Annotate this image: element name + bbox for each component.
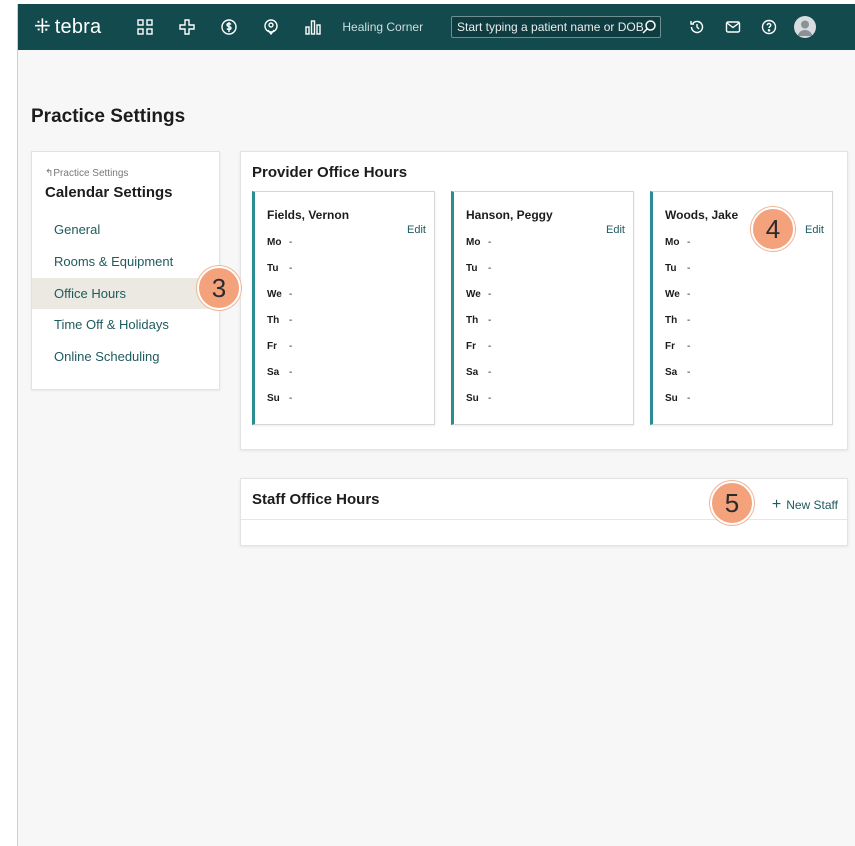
location-icon[interactable] [260, 16, 282, 38]
day-row: Sa - [665, 367, 691, 378]
callout-marker-3: 3 [197, 266, 241, 310]
day-row: Tu - [267, 263, 293, 274]
day-row: Sa - [267, 367, 293, 378]
staff-office-hours-panel: Staff Office Hours + New Staff [240, 478, 848, 546]
provider-name: Fields, Vernon [267, 208, 350, 222]
search-icon[interactable] [641, 19, 657, 35]
provider-card: Woods, Jake Edit Mo - Tu - We - Th - Fr - Sa -… [650, 191, 833, 425]
day-row: We - [267, 289, 293, 300]
day-row: We - [466, 289, 492, 300]
day-row: Th - [267, 315, 293, 326]
settings-sidebar: ↰Practice Settings Calendar Settings Gen… [31, 151, 221, 390]
day-row: Th - [665, 315, 691, 326]
mail-icon[interactable] [722, 16, 744, 38]
medical-cross-icon[interactable] [176, 16, 198, 38]
reports-chart-icon[interactable] [302, 16, 324, 38]
day-row: Su - [267, 393, 293, 404]
history-icon[interactable] [686, 16, 708, 38]
day-row: Su - [665, 393, 691, 404]
provider-name: Woods, Jake [665, 208, 739, 222]
help-icon[interactable] [758, 16, 780, 38]
day-row: Mo - [267, 237, 293, 248]
edit-provider-hours-link[interactable]: Edit [805, 224, 824, 236]
sidebar-item-rooms-equipment[interactable]: Rooms & Equipment [32, 246, 221, 277]
day-row: Fr - [267, 341, 293, 352]
plus-icon: + [771, 496, 782, 513]
day-row: Fr - [665, 341, 691, 352]
topbar-right-icons [686, 16, 816, 38]
provider-office-hours-panel: Provider Office Hours Fields, Vernon Edi… [240, 151, 848, 450]
user-avatar[interactable] [794, 16, 816, 38]
day-row: We - [665, 289, 691, 300]
patient-search-input[interactable]: Start typing a patient name or DOB [451, 16, 661, 38]
callout-marker-5: 5 [710, 481, 754, 525]
edit-provider-hours-link[interactable]: Edit [407, 224, 426, 236]
day-row: Mo - [665, 237, 691, 248]
sidebar-item-office-hours[interactable]: Office Hours [32, 278, 221, 309]
edit-provider-hours-link[interactable]: Edit [606, 224, 625, 236]
breadcrumb[interactable]: ↰Practice Settings [45, 168, 128, 179]
sidebar-item-time-off-holidays[interactable]: Time Off & Holidays [32, 309, 221, 340]
day-row: Su - [466, 393, 492, 404]
search-placeholder: Start typing a patient name or DOB [457, 20, 644, 34]
tebra-logo[interactable]: ⁜ tebra [34, 16, 101, 39]
sidebar-item-online-scheduling[interactable]: Online Scheduling [32, 341, 221, 372]
top-navigation-bar: ⁜ tebra Healing Corner Start typing a pa… [18, 4, 855, 50]
provider-office-hours-title: Provider Office Hours [252, 164, 408, 181]
provider-card: Fields, Vernon Edit Mo - Tu - We - Th - Fr - … [252, 191, 435, 425]
day-row: Mo - [466, 237, 492, 248]
day-row: Sa - [466, 367, 492, 378]
day-row: Tu - [466, 263, 492, 274]
provider-card: Hanson, Peggy Edit Mo - Tu - We - Th - Fr - S… [451, 191, 634, 425]
dashboard-grid-icon[interactable] [134, 16, 156, 38]
provider-name: Hanson, Peggy [466, 208, 553, 222]
app-frame: ⁜ tebra Healing Corner Start typing a pa… [17, 4, 855, 846]
staff-office-hours-title: Staff Office Hours [252, 491, 380, 508]
sidebar-item-general[interactable]: General [32, 214, 221, 245]
callout-marker-4: 4 [751, 207, 795, 251]
day-row: Fr - [466, 341, 492, 352]
tebra-logo-icon: ⁜ [34, 16, 51, 38]
billing-dollar-icon[interactable] [218, 16, 240, 38]
day-row: Tu - [665, 263, 691, 274]
new-staff-button[interactable]: + New Staff [772, 497, 838, 513]
divider [241, 519, 847, 520]
sidebar-heading: Calendar Settings [45, 184, 173, 201]
page-title: Practice Settings [31, 106, 186, 127]
practice-name[interactable]: Healing Corner [342, 20, 423, 34]
day-row: Th - [466, 315, 492, 326]
